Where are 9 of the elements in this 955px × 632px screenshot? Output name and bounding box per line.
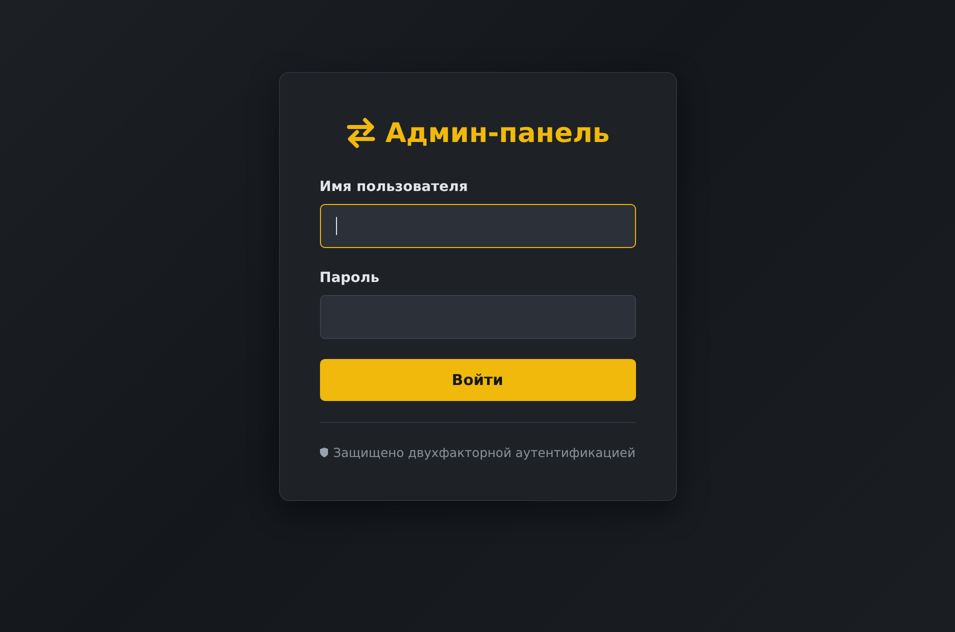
swap-arrows-icon <box>345 117 378 149</box>
login-button[interactable]: Войти <box>320 359 636 401</box>
panel-title: Админ-панель <box>385 118 610 148</box>
shield-icon <box>320 445 328 460</box>
field-label: Имя пользователя <box>320 179 469 195</box>
input-field[interactable] <box>320 204 636 248</box>
security-note: Защищено двухфакторной аутентификацией <box>333 445 636 460</box>
field-label: Пароль <box>320 270 380 286</box>
input-field[interactable] <box>320 295 636 339</box>
